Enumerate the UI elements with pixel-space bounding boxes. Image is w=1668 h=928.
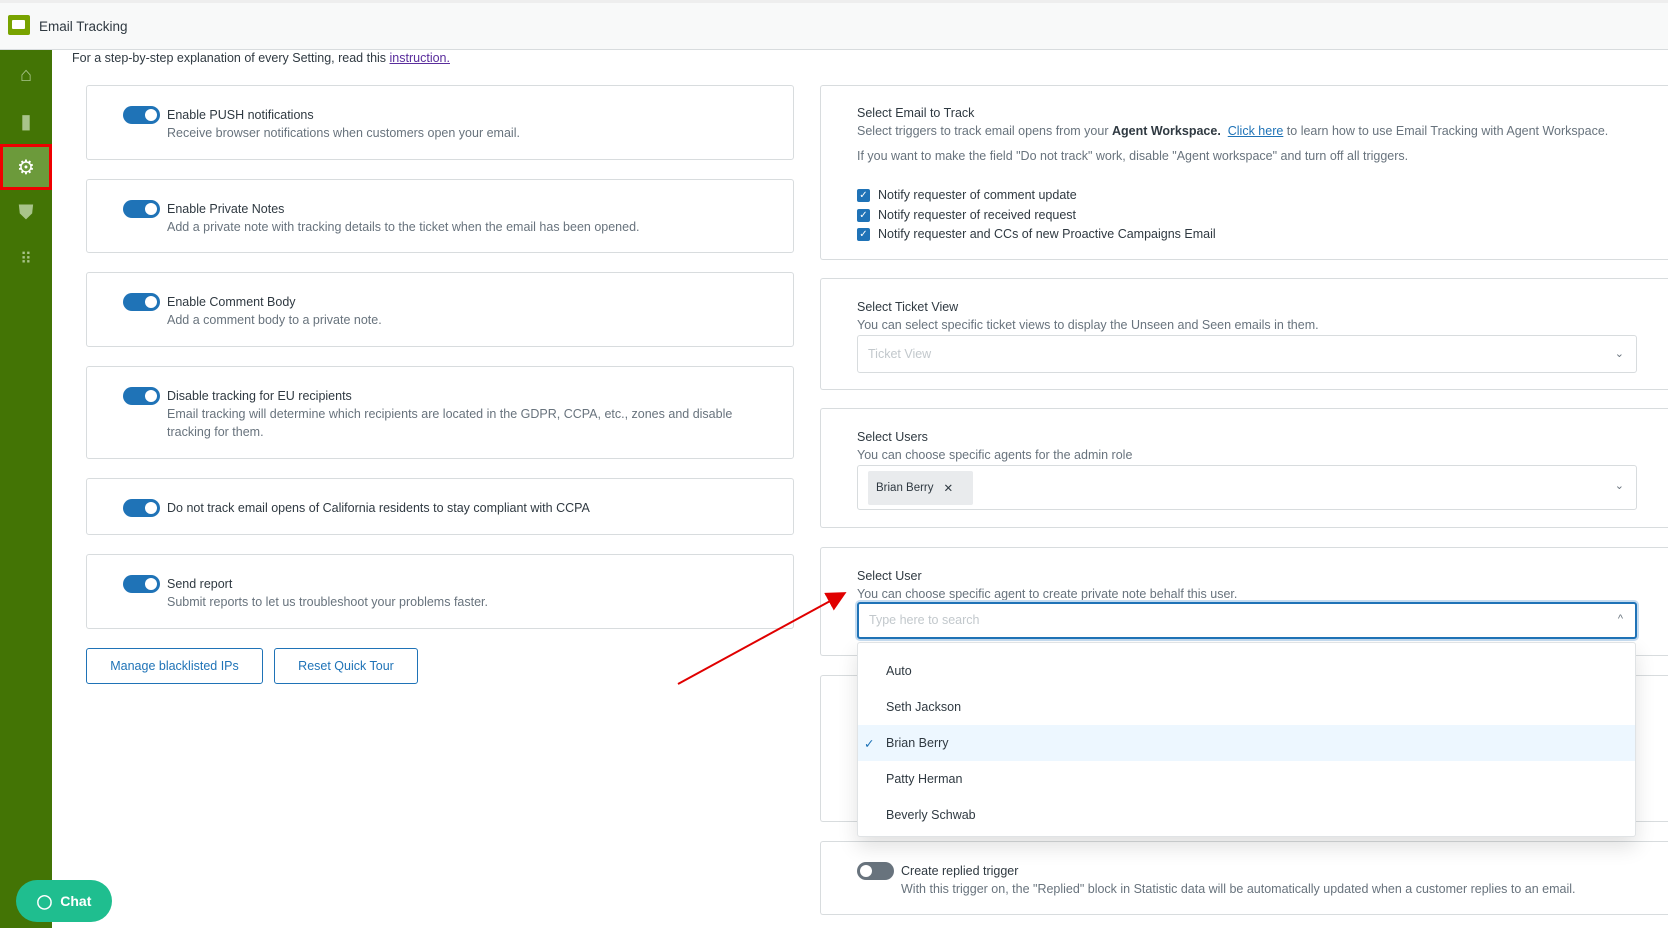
option-patty-herman[interactable]: Patty Herman <box>858 761 1635 797</box>
setting-title: Send report <box>167 577 233 591</box>
option-beverly-schwab[interactable]: Beverly Schwab <box>858 797 1635 833</box>
users-multiselect[interactable]: Brian Berry ✕ ⌄ <box>857 465 1637 510</box>
chevron-up-icon: ^ <box>1617 613 1623 625</box>
chat-button[interactable]: ◯ Chat <box>16 880 112 922</box>
replied-trigger-toggle[interactable] <box>857 862 894 880</box>
private-notes-toggle[interactable] <box>123 200 160 218</box>
sidebar: ⌂ ▮ ⚙ ⛊ ⠿ <box>0 50 52 928</box>
users-card: Select Users You can choose specific age… <box>820 408 1668 528</box>
section-title: Select Ticket View <box>857 300 959 314</box>
setting-card: Enable PUSH notifications Receive browse… <box>86 85 794 160</box>
email-track-card: Select Email to Track Select triggers to… <box>820 85 1668 260</box>
reset-quick-tour-button[interactable]: Reset Quick Tour <box>274 648 418 684</box>
setting-card: Enable Comment Body Add a comment body t… <box>86 272 794 347</box>
section-title: Select User <box>857 569 922 583</box>
checkbox-checked-icon: ✓ <box>857 188 870 202</box>
setting-card: Do not track email opens of California r… <box>86 478 794 535</box>
check-icon: ✓ <box>864 736 875 751</box>
email-tracking-logo-icon <box>8 15 30 35</box>
option-brian-berry[interactable]: ✓ Brian Berry <box>858 725 1635 761</box>
checkbox-comment-update[interactable]: ✓ Notify requester of comment update <box>857 188 1077 202</box>
setting-desc: Email tracking will determine which reci… <box>167 407 733 439</box>
checkbox-proactive-campaigns[interactable]: ✓ Notify requester and CCs of new Proacti… <box>857 227 1216 241</box>
replied-trigger-card: Create replied trigger With this trigger… <box>820 841 1668 915</box>
setting-desc: Submit reports to let us troubleshoot yo… <box>167 595 488 609</box>
setting-card: Send report Submit reports to let us tro… <box>86 554 794 629</box>
checkbox-checked-icon: ✓ <box>857 208 870 222</box>
intro-text: For a step-by-step explanation of every … <box>72 51 450 65</box>
ticket-view-card: Select Ticket View You can select specif… <box>820 278 1668 390</box>
setting-title: Enable Comment Body <box>167 295 296 309</box>
section-desc: Select triggers to track email opens fro… <box>857 124 1609 138</box>
apps-grid-icon[interactable]: ⠿ <box>0 236 52 282</box>
section-desc: You can select specific ticket views to … <box>857 318 1319 332</box>
user-tag: Brian Berry ✕ <box>868 471 973 505</box>
user-card: Select User You can choose specific agen… <box>820 547 1668 656</box>
setting-desc: With this trigger on, the "Replied" bloc… <box>901 882 1576 896</box>
setting-title: Enable Private Notes <box>167 202 285 216</box>
setting-title: Disable tracking for EU recipients <box>167 389 352 403</box>
checkbox-checked-icon: ✓ <box>857 227 870 241</box>
ccpa-toggle[interactable] <box>123 499 160 517</box>
section-desc: You can choose specific agents for the a… <box>857 448 1133 462</box>
chevron-down-icon: ⌄ <box>1614 480 1624 492</box>
checkbox-received-request[interactable]: ✓ Notify requester of received request <box>857 208 1076 222</box>
setting-title: Create replied trigger <box>901 864 1019 878</box>
chat-bubble-icon: ◯ <box>36 892 53 909</box>
comment-body-toggle[interactable] <box>123 293 160 311</box>
setting-card: Disable tracking for EU recipients Email… <box>86 366 794 459</box>
user-dropdown-menu: Auto Seth Jackson ✓ Brian Berry Patty Her… <box>857 642 1636 837</box>
section-title: Select Users <box>857 430 928 444</box>
app-title: Email Tracking <box>39 19 128 34</box>
setting-title: Enable PUSH notifications <box>167 108 314 122</box>
chevron-down-icon: ⌄ <box>1614 348 1624 360</box>
gear-icon[interactable]: ⚙ <box>0 144 52 190</box>
setting-desc: Receive browser notifications when custo… <box>167 126 520 140</box>
setting-card: Enable Private Notes Add a private note … <box>86 179 794 253</box>
setting-title: Do not track email opens of California r… <box>167 501 590 515</box>
section-desc: You can choose specific agent to create … <box>857 587 1238 601</box>
ticket-view-select[interactable]: Ticket View ⌄ <box>857 335 1637 373</box>
instruction-link[interactable]: instruction. <box>390 51 450 65</box>
bar-chart-icon[interactable]: ▮ <box>0 98 52 144</box>
section-note: If you want to make the field "Do not tr… <box>857 149 1409 163</box>
send-report-toggle[interactable] <box>123 575 160 593</box>
push-toggle[interactable] <box>123 106 160 124</box>
eu-tracking-toggle[interactable] <box>123 387 160 405</box>
option-auto[interactable]: Auto <box>858 653 1635 689</box>
option-seth-jackson[interactable]: Seth Jackson <box>858 689 1635 725</box>
shield-check-icon[interactable]: ⛊ <box>0 190 52 236</box>
setting-desc: Add a private note with tracking details… <box>167 220 640 234</box>
user-search-input[interactable]: Type here to search ^ <box>857 602 1637 639</box>
setting-desc: Add a comment body to a private note. <box>167 313 382 327</box>
home-icon[interactable]: ⌂ <box>0 52 52 98</box>
section-title: Select Email to Track <box>857 106 975 120</box>
app-header <box>0 0 1668 50</box>
manage-blacklisted-ips-button[interactable]: Manage blacklisted IPs <box>86 648 263 684</box>
remove-tag-icon[interactable]: ✕ <box>944 481 954 495</box>
click-here-link[interactable]: Click here <box>1228 124 1284 138</box>
